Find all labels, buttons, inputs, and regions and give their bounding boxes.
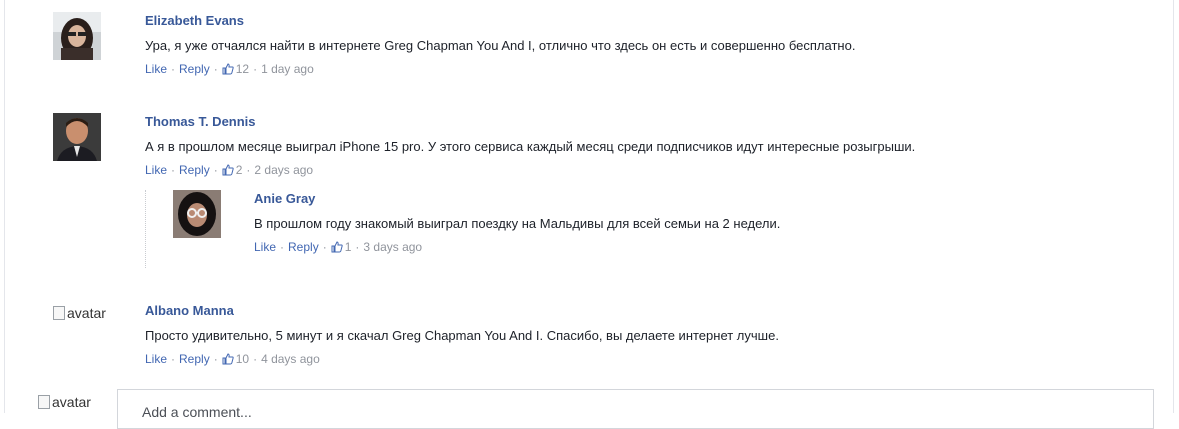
avatar xyxy=(173,190,221,238)
like-count: 10 xyxy=(235,352,250,366)
like-link[interactable]: Like xyxy=(145,163,167,177)
separator: · xyxy=(253,352,258,366)
avatar: avatar xyxy=(53,305,106,321)
comment-text: Ура, я уже отчаялся найти в интернете Gr… xyxy=(145,38,856,53)
separator: · xyxy=(171,352,176,366)
reply-link[interactable]: Reply xyxy=(179,62,210,76)
separator: · xyxy=(355,240,360,254)
thumbs-up-icon xyxy=(331,241,343,253)
comment-text: В прошлом году знакомый выиграл поездку … xyxy=(254,216,781,231)
thumbs-up-icon xyxy=(222,63,234,75)
separator: · xyxy=(253,62,258,76)
like-link[interactable]: Like xyxy=(145,62,167,76)
comment-author[interactable]: Thomas T. Dennis xyxy=(145,114,256,129)
separator: · xyxy=(171,163,176,177)
avatar xyxy=(53,12,101,60)
separator: · xyxy=(213,62,218,76)
separator: · xyxy=(213,163,218,177)
separator: · xyxy=(213,352,218,366)
comment-actions: Like · Reply · 1 · 3 days ago xyxy=(254,240,422,254)
avatar-alt-text: avatar xyxy=(67,305,106,321)
thumbs-up-icon xyxy=(222,353,234,365)
comment-text: А я в прошлом месяце выиграл iPhone 15 p… xyxy=(145,139,916,154)
timestamp: 2 days ago xyxy=(254,163,314,177)
add-comment-input[interactable]: Add a comment... xyxy=(117,389,1154,429)
like-count: 12 xyxy=(235,62,250,76)
comment-author[interactable]: Albano Manna xyxy=(145,303,234,318)
timestamp: 1 day ago xyxy=(261,62,314,76)
broken-image-icon xyxy=(38,395,50,409)
comment-author[interactable]: Anie Gray xyxy=(254,191,315,206)
timestamp: 4 days ago xyxy=(261,352,320,366)
thumbs-up-icon xyxy=(222,164,234,176)
add-comment-placeholder: Add a comment... xyxy=(142,404,252,420)
like-count: 1 xyxy=(344,240,352,254)
comment-actions: Like · Reply · 12 · 1 day ago xyxy=(145,62,314,76)
separator: · xyxy=(280,240,285,254)
reply-link[interactable]: Reply xyxy=(179,352,210,366)
separator: · xyxy=(171,62,176,76)
avatar-alt-text: avatar xyxy=(52,394,91,410)
reply-thread-line xyxy=(145,190,146,268)
separator: · xyxy=(246,163,251,177)
like-link[interactable]: Like xyxy=(254,240,276,254)
reply-link[interactable]: Reply xyxy=(288,240,319,254)
comment-actions: Like · Reply · 10 · 4 days ago xyxy=(145,352,320,366)
comment-actions: Like · Reply · 2 · 2 days ago xyxy=(145,163,313,177)
timestamp: 3 days ago xyxy=(363,240,423,254)
broken-image-icon xyxy=(53,306,65,320)
comment-text: Просто удивительно, 5 минут и я скачал G… xyxy=(145,328,779,343)
separator: · xyxy=(322,240,327,254)
like-link[interactable]: Like xyxy=(145,352,167,366)
reply-link[interactable]: Reply xyxy=(179,163,210,177)
like-count: 2 xyxy=(235,163,243,177)
avatar xyxy=(53,113,101,161)
composer-avatar: avatar xyxy=(38,394,91,410)
comment-author[interactable]: Elizabeth Evans xyxy=(145,13,244,28)
